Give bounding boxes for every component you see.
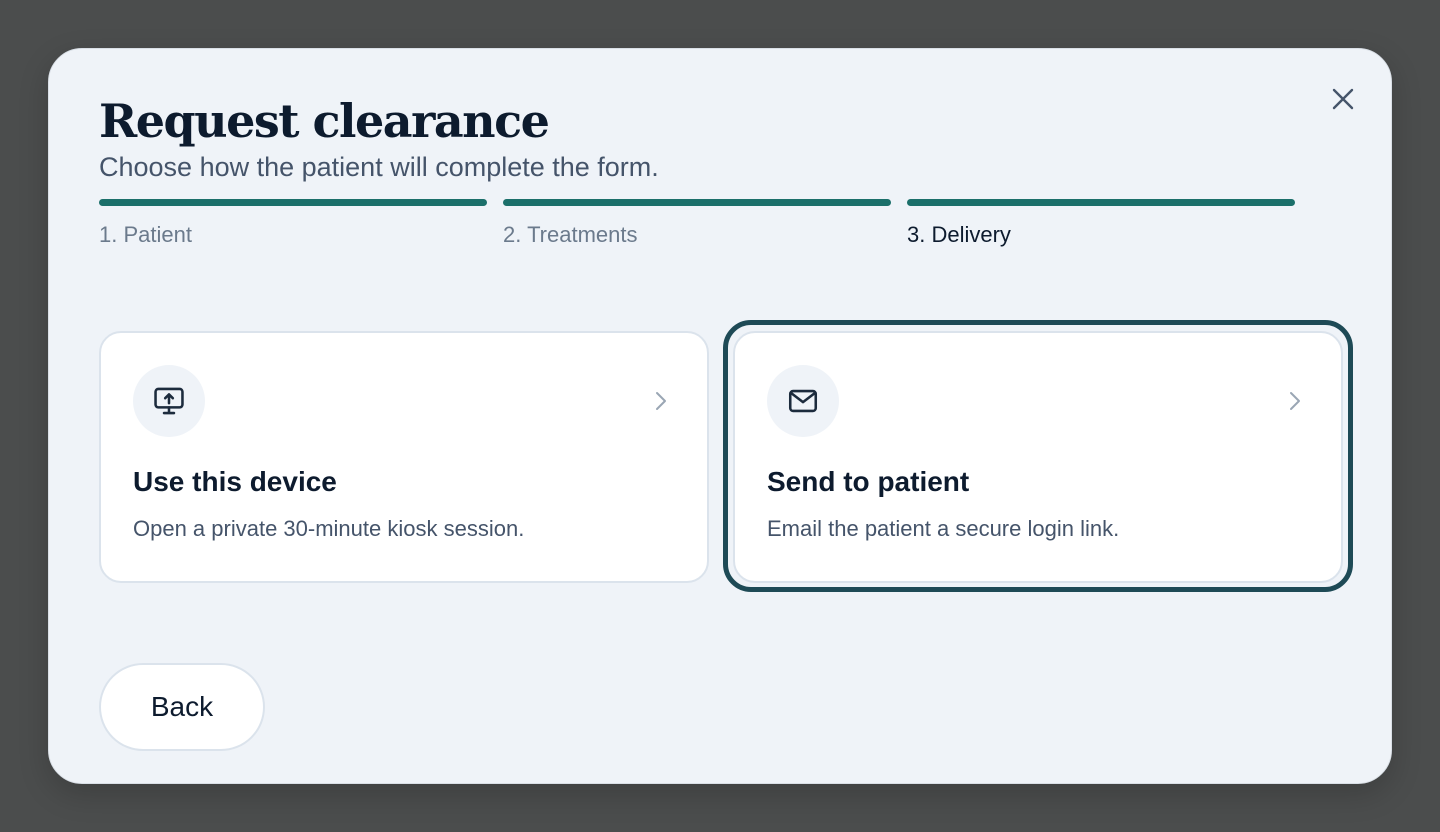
option-title: Use this device — [133, 466, 337, 497]
step-label: 3. Delivery — [907, 222, 1011, 247]
option-icon-badge — [133, 365, 205, 437]
dialog-title: Request clearance — [99, 94, 550, 148]
option-use-this-device[interactable]: Use this device Open a private 30-minute… — [99, 331, 709, 583]
option-description: Email the patient a secure login link. — [767, 516, 1120, 541]
monitor-upload-icon — [154, 387, 184, 415]
step-label: 2. Treatments — [503, 222, 638, 247]
dialog-subtitle: Choose how the patient will complete the… — [99, 152, 659, 182]
close-button[interactable] — [1325, 81, 1361, 117]
step-bar — [907, 199, 1295, 206]
option-icon-badge — [767, 365, 839, 437]
step-bar — [503, 199, 891, 206]
chevron-right-icon — [1285, 389, 1305, 413]
step-treatments: 2. Treatments — [503, 199, 891, 248]
option-title: Send to patient — [767, 466, 970, 497]
option-description: Open a private 30-minute kiosk session. — [133, 516, 525, 541]
chevron-right-icon — [651, 389, 671, 413]
step-label: 1. Patient — [99, 222, 192, 247]
step-bar — [99, 199, 487, 206]
back-button[interactable]: Back — [99, 663, 265, 751]
mail-icon — [788, 389, 818, 413]
step-patient: 1. Patient — [99, 199, 487, 248]
option-send-to-patient[interactable]: Send to patient Email the patient a secu… — [733, 331, 1343, 583]
step-delivery: 3. Delivery — [907, 199, 1295, 248]
request-clearance-dialog: Request clearance Choose how the patient… — [48, 48, 1392, 784]
close-icon — [1332, 88, 1354, 110]
step-progress: 1. Patient 2. Treatments 3. Delivery — [99, 199, 1295, 248]
